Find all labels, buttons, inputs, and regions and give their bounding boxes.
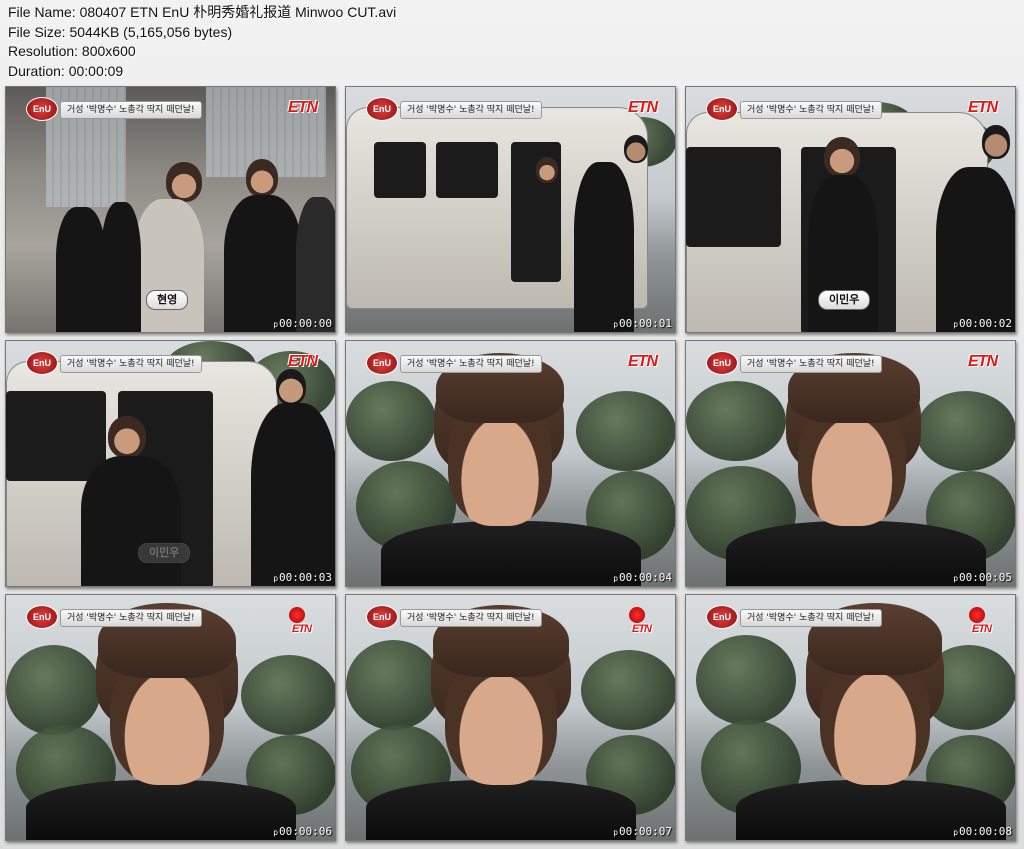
- thumbnail-frame: EnU 거성 '박명수' 노총각 딱지 떼던날! ETN p00:00:05: [685, 340, 1016, 587]
- caption-bar: 거성 '박명수' 노총각 딱지 떼던날!: [60, 609, 202, 627]
- caption-bar: 거성 '박명수' 노총각 딱지 떼던날!: [740, 609, 882, 627]
- thumbnail-frame: EnU 거성 '박명수' 노총각 딱지 떼던날! ETN p00:00:08: [685, 594, 1016, 841]
- enu-logo: EnU: [366, 97, 398, 121]
- etn-logo: ETN: [292, 623, 312, 635]
- caption-bar: 거성 '박명수' 노총각 딱지 떼던날!: [400, 101, 542, 119]
- enu-logo: EnU: [706, 605, 738, 629]
- thumbnail-frame: EnU 거성 '박명수' 노총각 딱지 떼던날! ETN p00:00:06: [5, 594, 336, 841]
- thumbnail-frame: EnU 거성 '박명수' 노총각 딱지 떼던날! ETN p00:00:01: [345, 86, 676, 333]
- thumbnail-frame: EnU 거성 '박명수' 노총각 딱지 떼던날! ETN 현영 p00:00:0…: [5, 86, 336, 333]
- enu-logo: EnU: [26, 351, 58, 375]
- etn-logo: ETN: [628, 353, 658, 370]
- frame-image: [346, 595, 675, 840]
- timestamp: p00:00:02: [953, 317, 1012, 330]
- etn-mark-icon: [629, 607, 645, 623]
- caption-bar: 거성 '박명수' 노총각 딱지 떼던날!: [400, 609, 542, 627]
- enu-logo: EnU: [26, 605, 58, 629]
- etn-logo: ETN: [632, 623, 652, 635]
- name-tag: 이민우: [818, 290, 871, 310]
- thumbnail-grid: EnU 거성 '박명수' 노총각 딱지 떼던날! ETN 현영 p00:00:0…: [5, 86, 1019, 842]
- duration-text: Duration: 00:00:09: [8, 62, 124, 79]
- file-name-text: File Name: 080407 ETN EnU 朴明秀婚礼报道 Minwoo…: [8, 4, 397, 20]
- caption-bar: 거성 '박명수' 노총각 딱지 떼던날!: [740, 355, 882, 373]
- frame-image: [346, 87, 675, 332]
- etn-logo: ETN: [972, 623, 992, 635]
- timestamp: p00:00:00: [273, 317, 332, 330]
- caption-bar: 거성 '박명수' 노총각 딱지 떼던날!: [60, 101, 202, 119]
- caption-bar: 거성 '박명수' 노총각 딱지 떼던날!: [400, 355, 542, 373]
- timestamp: p00:00:05: [953, 571, 1012, 584]
- enu-logo: EnU: [366, 351, 398, 375]
- timestamp: p00:00:01: [613, 317, 672, 330]
- frame-image: [6, 595, 335, 840]
- name-tag: 현영: [146, 290, 189, 310]
- enu-logo: EnU: [706, 351, 738, 375]
- frame-image: [686, 595, 1015, 840]
- etn-logo: ETN: [628, 99, 658, 116]
- frame-image: [686, 341, 1015, 586]
- thumbnail-frame: EnU 거성 '박명수' 노총각 딱지 떼던날! ETN 이민우 p00:00:…: [5, 340, 336, 587]
- frame-image: [346, 341, 675, 586]
- thumbnail-frame: EnU 거성 '박명수' 노총각 딱지 떼던날! ETN 이민우 p00:00:…: [685, 86, 1016, 333]
- timestamp: p00:00:08: [953, 825, 1012, 838]
- etn-logo: ETN: [288, 99, 318, 116]
- timestamp: p00:00:03: [273, 571, 332, 584]
- enu-logo: EnU: [366, 605, 398, 629]
- timestamp: p00:00:07: [613, 825, 672, 838]
- name-tag: 이민우: [138, 543, 191, 563]
- file-info-header: File Name: 080407 ETN EnU 朴明秀婚礼报道 Minwoo…: [8, 3, 396, 81]
- etn-logo: ETN: [288, 353, 318, 370]
- etn-mark-icon: [969, 607, 985, 623]
- file-size-text: File Size: 5044KB (5,165,056 bytes): [8, 23, 233, 40]
- etn-mark-icon: [289, 607, 305, 623]
- etn-logo: ETN: [968, 353, 998, 370]
- thumbnail-frame: EnU 거성 '박명수' 노총각 딱지 떼던날! ETN p00:00:07: [345, 594, 676, 841]
- timestamp: p00:00:04: [613, 571, 672, 584]
- enu-logo: EnU: [706, 97, 738, 121]
- caption-bar: 거성 '박명수' 노총각 딱지 떼던날!: [60, 355, 202, 373]
- enu-logo: EnU: [26, 97, 58, 121]
- resolution-text: Resolution: 800x600: [8, 43, 136, 59]
- thumbnail-frame: EnU 거성 '박명수' 노총각 딱지 떼던날! ETN p00:00:04: [345, 340, 676, 587]
- etn-logo: ETN: [968, 99, 998, 116]
- caption-bar: 거성 '박명수' 노총각 딱지 떼던날!: [740, 101, 882, 119]
- timestamp: p00:00:06: [273, 825, 332, 838]
